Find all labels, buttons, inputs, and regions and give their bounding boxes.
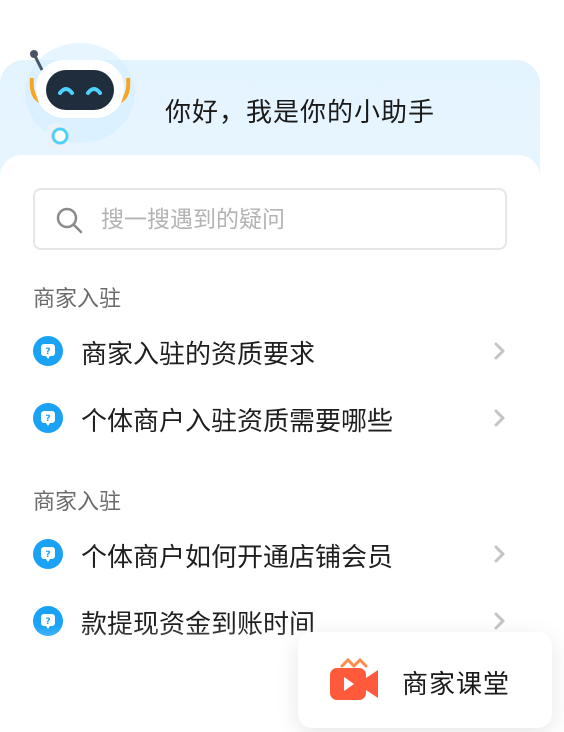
faq-item[interactable]: ? 个体商户入驻资质需要哪些	[33, 393, 511, 443]
search-box[interactable]	[33, 188, 507, 250]
chevron-right-icon	[494, 409, 505, 427]
video-camera-icon	[330, 657, 378, 700]
greeting-title: 你好，我是你的小助手	[165, 98, 436, 128]
question-bubble-icon: ?	[33, 539, 63, 569]
search-input[interactable]	[99, 198, 493, 242]
svg-text:?: ?	[45, 347, 50, 357]
faq-item-label: 个体商户入驻资质需要哪些	[81, 407, 394, 437]
svg-text:?: ?	[45, 414, 50, 424]
merchant-classroom-button[interactable]: 商家课堂	[298, 632, 552, 728]
robot-mascot-icon	[25, 43, 135, 151]
question-bubble-icon: ?	[33, 403, 63, 433]
faq-item-label: 个体商户如何开通店铺会员	[81, 543, 394, 573]
faq-item-label: 商家入驻的资质要求	[81, 340, 316, 370]
chevron-right-icon	[494, 545, 505, 563]
merchant-classroom-label: 商家课堂	[402, 670, 511, 700]
section-title: 商家入驻	[33, 287, 122, 312]
faq-item[interactable]: ? 个体商户如何开通店铺会员	[33, 529, 511, 579]
question-bubble-icon: ?	[33, 336, 63, 366]
search-icon	[56, 207, 83, 234]
faq-item[interactable]: ? 商家入驻的资质要求	[33, 326, 511, 376]
svg-text:?: ?	[45, 550, 50, 560]
section-title: 商家入驻	[33, 490, 122, 515]
chevron-right-icon	[494, 342, 505, 360]
